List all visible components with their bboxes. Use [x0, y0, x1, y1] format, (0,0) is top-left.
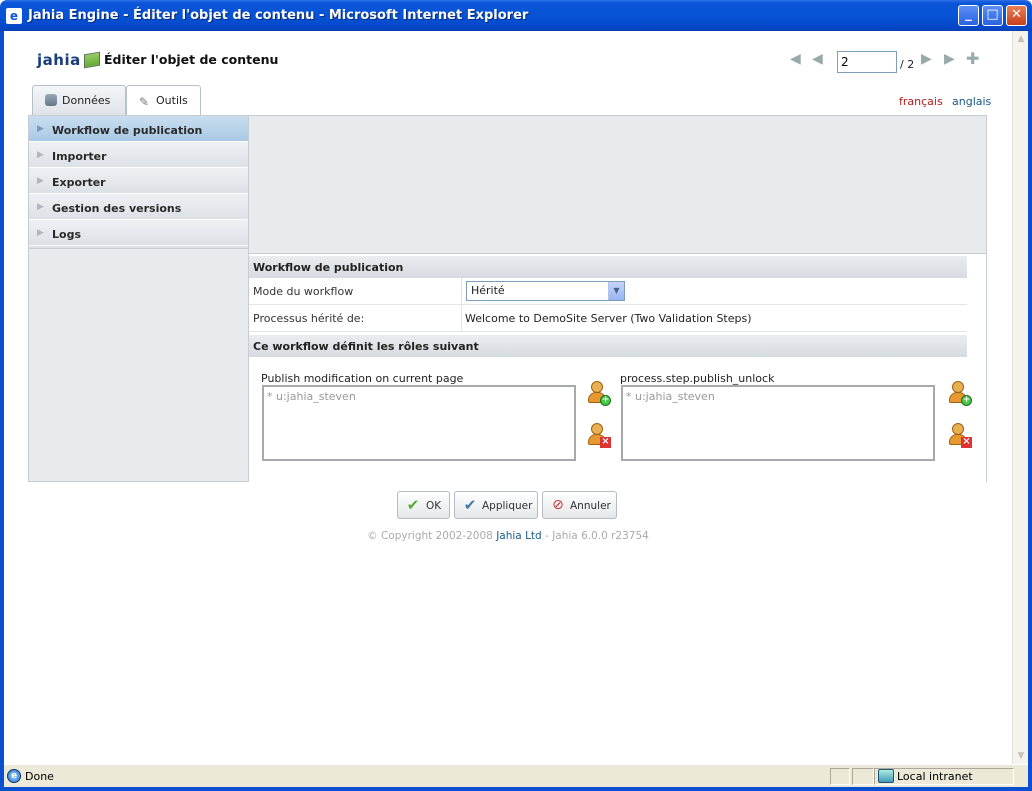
button-label: Appliquer — [482, 500, 533, 512]
workflow-section-header: Workflow de publication — [249, 256, 967, 278]
tab-label: Outils — [156, 94, 188, 107]
cross-icon: × — [961, 436, 972, 448]
triangle-right-icon: ▶ — [37, 124, 44, 134]
scroll-up-icon[interactable]: ▲ — [1015, 33, 1027, 45]
roles-section-header: Ce workflow définit les rôles suivant — [249, 335, 967, 357]
page-number-input[interactable] — [837, 51, 897, 73]
ok-button[interactable]: ✔ OK — [397, 491, 450, 519]
status-segment — [830, 768, 850, 785]
button-label: Annuler — [570, 500, 611, 512]
cancel-button[interactable]: ⊘ Annuler — [542, 491, 617, 519]
language-francais[interactable]: français — [899, 95, 943, 108]
row-divider — [461, 278, 462, 305]
version-text: - Jahia 6.0.0 r23754 — [545, 530, 649, 542]
close-button[interactable]: ✕ — [1006, 5, 1027, 26]
sidebar: ▶ Workflow de publication ▶ Importer ▶ Expo… — [29, 116, 248, 249]
window-titlebar: e Jahia Engine - Éditer l'objet de conte… — [0, 0, 1032, 31]
last-page-icon[interactable]: ▶ — [944, 51, 958, 67]
minimize-button[interactable]: _ — [958, 5, 979, 26]
sidebar-item-exporter[interactable]: ▶ Exporter — [29, 168, 248, 194]
plus-icon: + — [600, 395, 611, 406]
page-title: Éditer l'objet de contenu — [104, 52, 279, 67]
next-page-icon[interactable]: ▶ — [921, 51, 935, 67]
cross-icon: × — [600, 436, 611, 448]
remove-user-icon[interactable]: × — [948, 423, 972, 448]
sidebar-item-label: Exporter — [52, 176, 106, 189]
status-text: Done — [25, 770, 54, 783]
tab-outils[interactable]: ✎ Outils — [126, 85, 201, 116]
tab-donnees[interactable]: Données — [32, 85, 126, 115]
role-members-list[interactable]: * u:jahia_steven — [621, 385, 935, 461]
check-icon: ✔ — [406, 496, 420, 514]
add-user-icon[interactable]: + — [587, 381, 611, 406]
row-divider — [461, 305, 462, 332]
sidebar-divider — [29, 246, 248, 249]
inherited-process-label: Processus hérité de: — [253, 312, 365, 325]
role-label: Publish modification on current page — [261, 372, 464, 385]
ie-page-icon: e — [6, 8, 22, 24]
inherited-process-value: Welcome to DemoSite Server (Two Validati… — [465, 312, 752, 325]
sidebar-item-label: Importer — [52, 150, 107, 163]
copyright: © Copyright 2002-2008 Jahia Ltd - Jahia … — [4, 530, 1012, 542]
tab-label: Données — [62, 94, 111, 107]
page-total: / 2 — [900, 58, 915, 71]
triangle-right-icon: ▶ — [37, 202, 44, 212]
database-icon — [45, 94, 57, 106]
workflow-mode-select[interactable]: Hérité ▼ — [466, 281, 625, 301]
maximize-button[interactable]: □ — [982, 5, 1003, 26]
add-user-icon[interactable]: + — [948, 381, 972, 406]
select-value: Hérité — [471, 284, 505, 297]
previous-page-icon[interactable]: ◀ — [812, 51, 826, 67]
cancel-icon: ⊘ — [552, 497, 564, 513]
role-label: process.step.publish_unlock — [620, 372, 775, 385]
copyright-text: © Copyright 2002-2008 — [367, 530, 493, 542]
edit-object-icon — [84, 51, 100, 69]
sidebar-item-logs[interactable]: ▶ Logs — [29, 220, 248, 246]
page-content: jahia Éditer l'objet de contenu ◀ ◀ / 2 … — [4, 31, 1012, 764]
triangle-right-icon: ▶ — [37, 150, 44, 160]
button-label: OK — [426, 500, 442, 512]
window-frame-right — [1028, 31, 1032, 791]
sidebar-item-label: Logs — [52, 228, 81, 241]
scroll-down-icon[interactable]: ▼ — [1015, 750, 1027, 762]
inherited-process-row: Processus hérité de: Welcome to DemoSite… — [249, 305, 967, 332]
window-title: Jahia Engine - Éditer l'objet de contenu… — [28, 8, 529, 23]
ie-icon: e — [7, 769, 21, 783]
vertical-scrollbar[interactable]: ▲ ▼ — [1012, 31, 1028, 764]
jahia-logo: jahia — [37, 51, 81, 69]
triangle-right-icon: ▶ — [37, 176, 44, 186]
workflow-mode-label: Mode du workflow — [253, 285, 354, 298]
remove-user-icon[interactable]: × — [587, 423, 611, 448]
sidebar-item-importer[interactable]: ▶ Importer — [29, 142, 248, 168]
first-page-icon[interactable]: ◀ — [790, 51, 804, 67]
zone-text: Local intranet — [897, 770, 973, 783]
status-segment — [852, 768, 874, 785]
panel-header-area — [248, 116, 986, 253]
status-bar: e Done Local intranet — [4, 764, 1028, 787]
apply-button[interactable]: ✔ Appliquer — [454, 491, 538, 519]
add-page-icon[interactable]: ✚ — [966, 51, 980, 67]
triangle-right-icon: ▶ — [37, 228, 44, 238]
sidebar-item-versions[interactable]: ▶ Gestion des versions — [29, 194, 248, 220]
sidebar-item-label: Gestion des versions — [52, 202, 182, 215]
sidebar-item-workflow[interactable]: ▶ Workflow de publication — [29, 116, 248, 142]
role-members-list[interactable]: * u:jahia_steven — [262, 385, 576, 461]
language-anglais[interactable]: anglais — [952, 95, 991, 108]
intranet-icon — [878, 769, 894, 783]
window-frame-bottom — [0, 787, 1032, 791]
company-link[interactable]: Jahia Ltd — [496, 530, 542, 542]
plus-icon: + — [961, 395, 972, 406]
sidebar-item-label: Workflow de publication — [52, 124, 203, 137]
chevron-down-icon[interactable]: ▼ — [608, 282, 624, 300]
workflow-mode-row: Mode du workflow Hérité ▼ — [249, 278, 967, 305]
check-icon: ✔ — [463, 496, 477, 514]
tools-icon: ✎ — [139, 95, 150, 109]
